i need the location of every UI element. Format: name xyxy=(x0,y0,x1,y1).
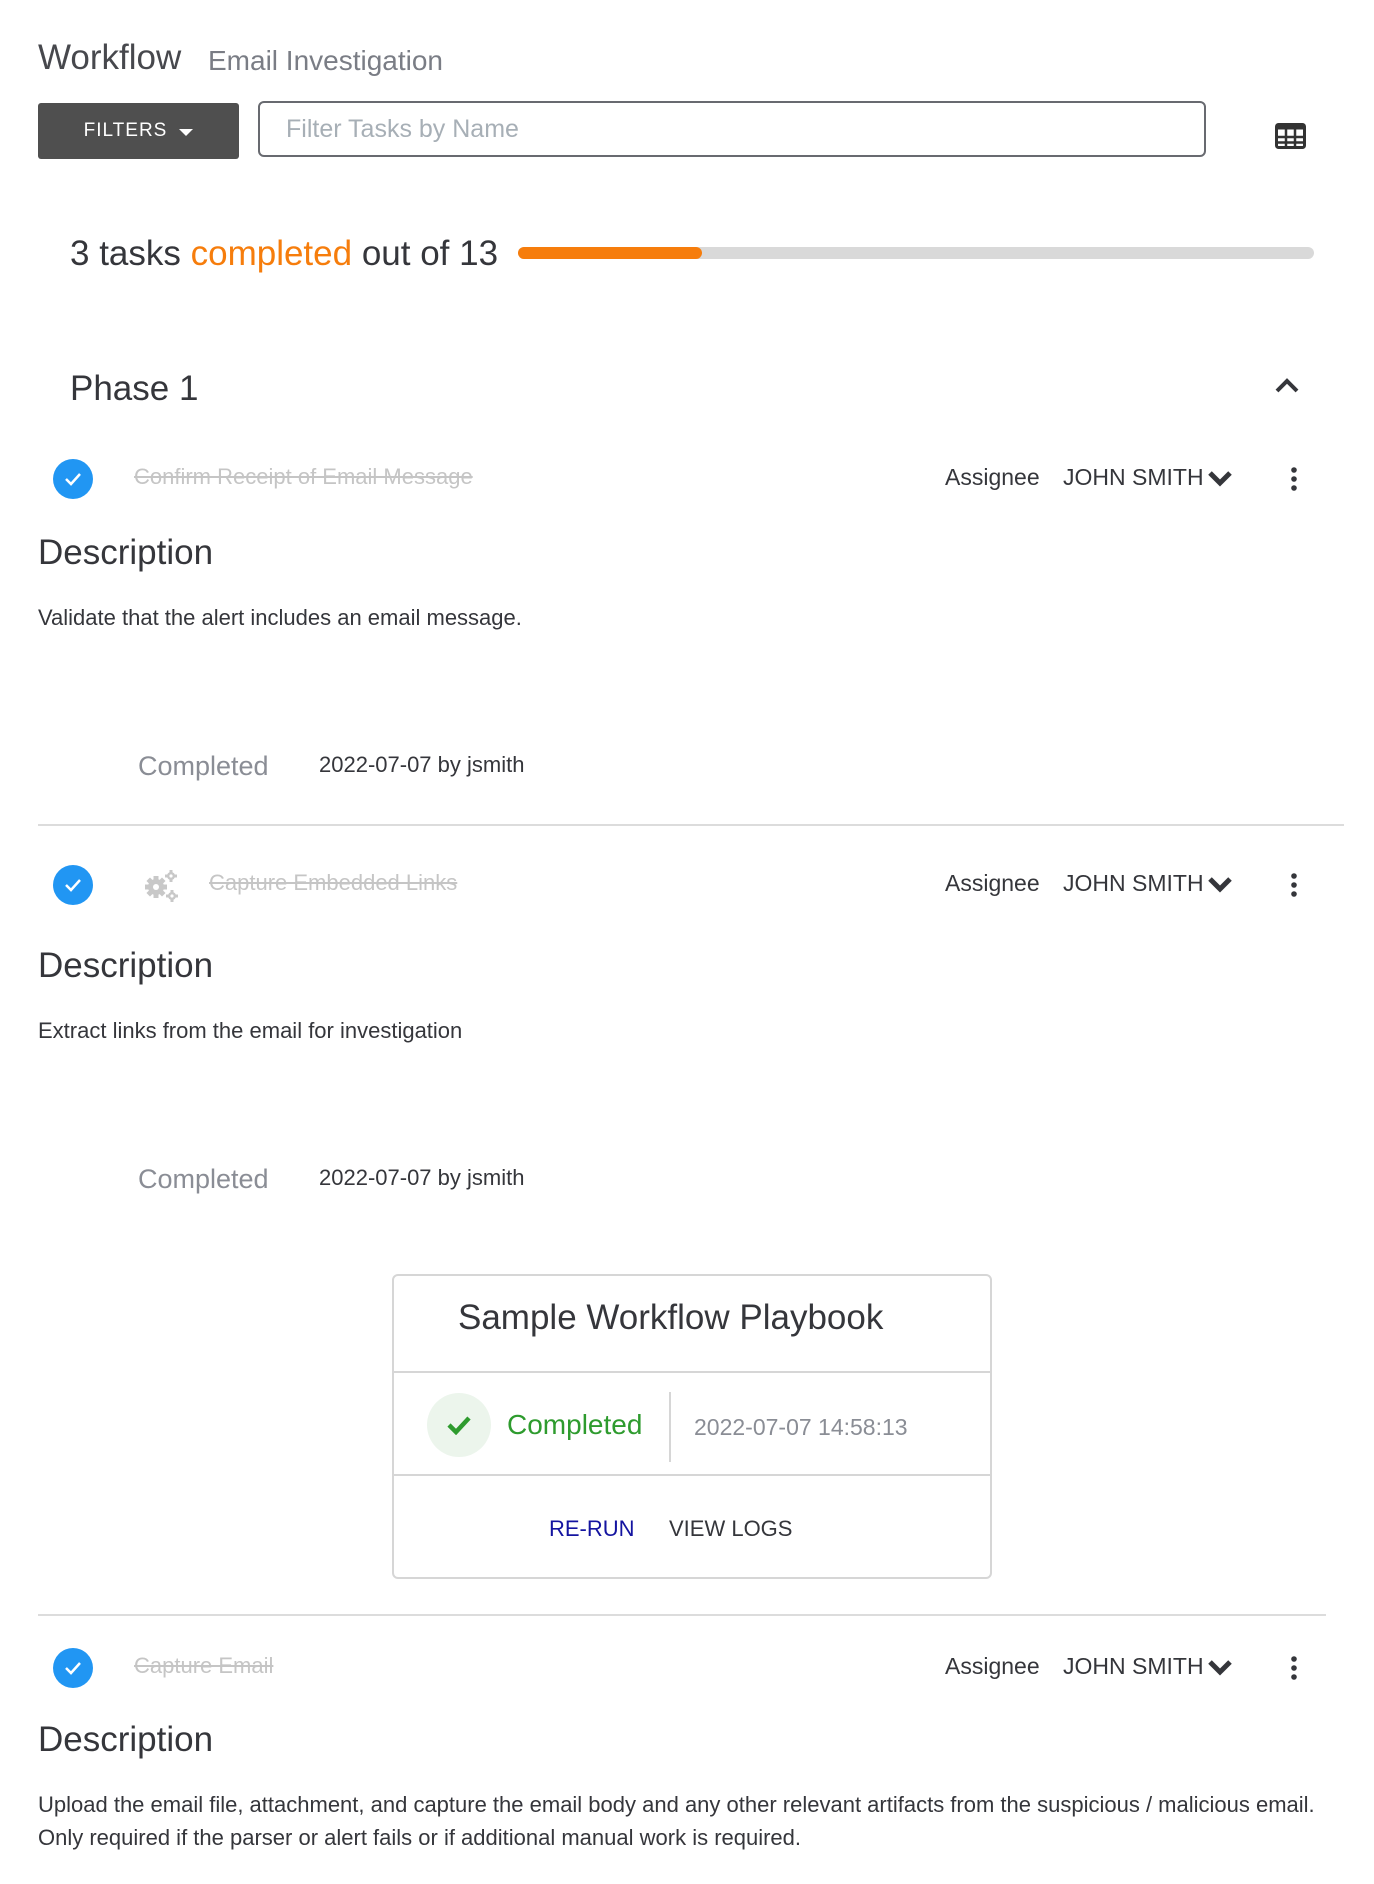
card-divider xyxy=(394,1474,990,1476)
description-heading: Description xyxy=(38,533,214,572)
more-options-icon[interactable] xyxy=(1282,1653,1306,1683)
progress-suffix: out of 13 xyxy=(352,234,499,273)
playbook-timestamp: 2022-07-07 14:58:13 xyxy=(694,1414,908,1440)
page-title: Workflow xyxy=(38,38,182,77)
more-options-icon[interactable] xyxy=(1282,870,1306,900)
table-grid-icon[interactable] xyxy=(1275,123,1306,149)
progress-accent-word: completed xyxy=(190,234,353,273)
task-name[interactable]: Capture Embedded Links xyxy=(209,870,457,896)
card-divider xyxy=(394,1371,990,1373)
assignee-dropdown[interactable]: JOHN SMITH xyxy=(1063,464,1234,491)
task-name[interactable]: Confirm Receipt of Email Message xyxy=(134,464,473,490)
progress-bar xyxy=(518,247,1314,259)
card-vertical-divider xyxy=(669,1392,671,1462)
completed-label: Completed xyxy=(138,1164,269,1194)
phase-title: Phase 1 xyxy=(70,369,199,408)
assignee-name: JOHN SMITH xyxy=(1063,870,1204,896)
playbook-status: Completed xyxy=(507,1409,643,1440)
view-logs-button[interactable]: VIEW LOGS xyxy=(669,1516,792,1542)
description-heading: Description xyxy=(38,1720,214,1759)
assignee-dropdown[interactable]: JOHN SMITH xyxy=(1063,1653,1234,1680)
completed-value: 2022-07-07 by jsmith xyxy=(319,752,525,777)
task-row: Capture Email Assignee JOHN SMITH xyxy=(0,1643,1374,1693)
task-description: Extract links from the email for investi… xyxy=(38,1018,463,1043)
assignee-label: Assignee xyxy=(945,870,1040,896)
progress-summary: 3 tasks completed out of 13 xyxy=(70,234,498,274)
checkmark-icon xyxy=(427,1393,491,1457)
task-description: Upload the email file, attachment, and c… xyxy=(38,1792,1315,1850)
chevron-down-icon xyxy=(1207,470,1232,487)
assignee-label: Assignee xyxy=(945,1653,1040,1679)
task-row: Confirm Receipt of Email Message Assigne… xyxy=(0,454,1374,504)
playbook-card: Sample Workflow Playbook Completed 2022-… xyxy=(392,1274,992,1579)
rerun-button[interactable]: RE-RUN xyxy=(549,1516,635,1542)
progress-bar-fill xyxy=(518,247,702,259)
assignee-name: JOHN SMITH xyxy=(1063,1653,1204,1679)
filter-tasks-input[interactable] xyxy=(258,101,1206,157)
description-heading: Description xyxy=(38,946,214,985)
task-row: Capture Embedded Links Assignee JOHN SMI… xyxy=(0,860,1374,910)
progress-prefix: 3 tasks xyxy=(70,234,191,273)
workflow-name: Email Investigation xyxy=(208,45,444,76)
completed-label: Completed xyxy=(138,751,269,781)
more-options-icon[interactable] xyxy=(1282,464,1306,494)
check-circle-icon[interactable] xyxy=(53,865,93,905)
chevron-up-icon[interactable] xyxy=(1274,376,1300,394)
assignee-dropdown[interactable]: JOHN SMITH xyxy=(1063,870,1234,897)
chevron-down-icon xyxy=(1207,876,1232,893)
filters-button[interactable]: FILTERS xyxy=(38,103,239,159)
gears-icon xyxy=(145,870,178,902)
playbook-title: Sample Workflow Playbook xyxy=(458,1298,884,1337)
chevron-down-icon xyxy=(1207,1659,1232,1676)
task-divider xyxy=(38,824,1344,826)
task-divider xyxy=(38,1614,1326,1616)
task-description: Validate that the alert includes an emai… xyxy=(38,605,522,630)
assignee-name: JOHN SMITH xyxy=(1063,464,1204,490)
check-circle-icon[interactable] xyxy=(53,1648,93,1688)
task-name[interactable]: Capture Email xyxy=(134,1653,273,1679)
completed-value: 2022-07-07 by jsmith xyxy=(319,1165,525,1190)
assignee-label: Assignee xyxy=(945,464,1040,490)
filters-label: FILTERS xyxy=(83,120,168,141)
check-circle-icon[interactable] xyxy=(53,459,93,499)
caret-down-icon xyxy=(179,128,194,136)
